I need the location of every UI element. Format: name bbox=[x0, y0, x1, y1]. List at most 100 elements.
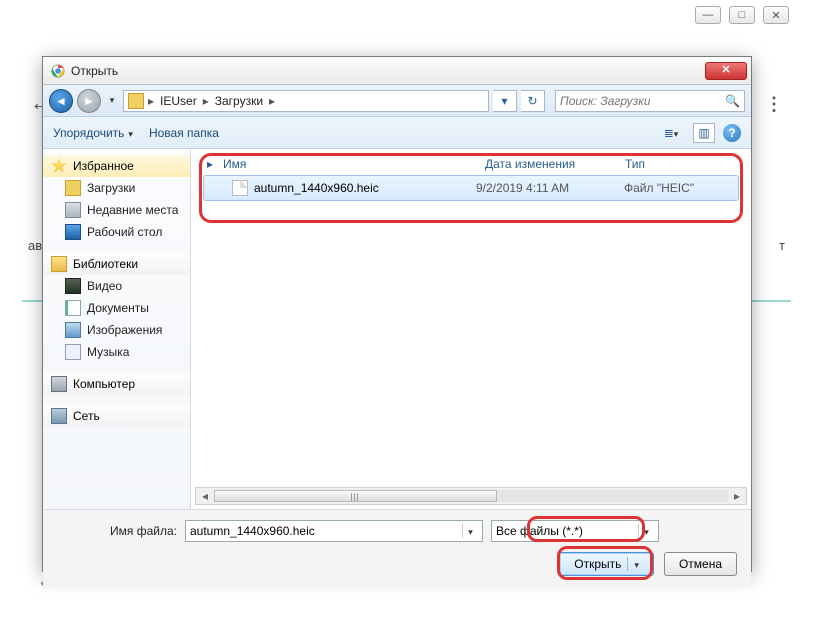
column-type[interactable]: Тип bbox=[625, 157, 735, 171]
breadcrumb-bar[interactable]: ▸ IEUser ▸ Загрузки ▸ bbox=[123, 90, 489, 112]
sidebar-item-label: Загрузки bbox=[87, 181, 135, 195]
music-icon bbox=[65, 344, 81, 360]
expand-icon: ▸ bbox=[207, 157, 223, 171]
search-box[interactable]: 🔍 bbox=[555, 90, 745, 112]
filename-value: autumn_1440x960.heic bbox=[190, 524, 462, 538]
sidebar-item-pictures[interactable]: Изображения bbox=[43, 319, 190, 341]
document-icon bbox=[65, 300, 81, 316]
new-folder-label: Новая папка bbox=[149, 126, 219, 140]
nav-back-button[interactable]: ◄ bbox=[49, 89, 73, 113]
breadcrumb-folder[interactable]: Загрузки bbox=[213, 94, 265, 108]
sidebar-libraries-label: Библиотеки bbox=[73, 257, 138, 271]
file-date: 9/2/2019 4:11 AM bbox=[476, 181, 616, 195]
computer-icon bbox=[51, 376, 67, 392]
open-file-dialog: Открыть ✕ ◄ ► ▸ IEUser ▸ Загрузки ▸ ▾ ↻ … bbox=[42, 56, 752, 572]
page-text-left: ав bbox=[28, 238, 42, 253]
nav-history-dropdown[interactable] bbox=[105, 89, 119, 113]
file-icon bbox=[232, 180, 248, 196]
browser-close-button[interactable]: ✕ bbox=[763, 6, 789, 24]
dialog-close-button[interactable]: ✕ bbox=[705, 62, 747, 80]
horizontal-scrollbar[interactable]: ◂ ▸ bbox=[195, 487, 747, 505]
recent-icon bbox=[65, 202, 81, 218]
dialog-controls: Имя файла: autumn_1440x960.heic Все файл… bbox=[43, 509, 751, 588]
open-split-dropdown[interactable] bbox=[627, 557, 639, 571]
nav-forward-button[interactable]: ► bbox=[77, 89, 101, 113]
chevron-right-icon: ▸ bbox=[148, 94, 154, 108]
pictures-icon bbox=[65, 322, 81, 338]
new-folder-button[interactable]: Новая папка bbox=[149, 126, 219, 140]
open-button-label: Открыть bbox=[574, 557, 621, 571]
sidebar-computer-header[interactable]: Компьютер bbox=[43, 373, 190, 395]
preview-pane-button[interactable]: ▥ bbox=[693, 123, 715, 143]
file-name: autumn_1440x960.heic bbox=[254, 181, 379, 195]
sidebar-item-documents[interactable]: Документы bbox=[43, 297, 190, 319]
dialog-title: Открыть bbox=[71, 64, 705, 78]
filename-label: Имя файла: bbox=[57, 524, 177, 538]
chevron-down-icon bbox=[674, 126, 679, 140]
chevron-down-icon[interactable] bbox=[462, 524, 478, 538]
cancel-button[interactable]: Отмена bbox=[664, 552, 737, 576]
breadcrumb-dropdown-button[interactable]: ▾ bbox=[493, 90, 517, 112]
sidebar-item-label: Недавние места bbox=[87, 203, 178, 217]
browser-minimize-button[interactable]: — bbox=[695, 6, 721, 24]
sidebar-network-label: Сеть bbox=[73, 409, 100, 423]
search-icon[interactable]: 🔍 bbox=[725, 94, 740, 108]
organize-label: Упорядочить bbox=[53, 126, 124, 140]
chevron-down-icon[interactable] bbox=[638, 524, 654, 538]
dialog-titlebar[interactable]: Открыть ✕ bbox=[43, 57, 751, 85]
sidebar-libraries-header[interactable]: Библиотеки bbox=[43, 253, 190, 275]
search-input[interactable] bbox=[560, 94, 725, 108]
scroll-track[interactable] bbox=[214, 490, 728, 502]
browser-more-icon[interactable]: ⋮ bbox=[765, 94, 783, 115]
star-icon bbox=[51, 158, 67, 174]
sidebar-network-header[interactable]: Сеть bbox=[43, 405, 190, 427]
folder-icon bbox=[128, 93, 144, 109]
scroll-left-button[interactable]: ◂ bbox=[196, 489, 214, 503]
sidebar-favorites-header[interactable]: Избранное bbox=[43, 155, 190, 177]
desktop-icon bbox=[65, 224, 81, 240]
browser-maximize-button[interactable]: □ bbox=[729, 6, 755, 24]
dialog-toolbar: Упорядочить Новая папка ≣ ▥ ? bbox=[43, 117, 751, 149]
filename-combo[interactable]: autumn_1440x960.heic bbox=[185, 520, 483, 542]
sidebar-item-recent[interactable]: Недавние места bbox=[43, 199, 190, 221]
sidebar-item-desktop[interactable]: Рабочий стол bbox=[43, 221, 190, 243]
sidebar-item-downloads[interactable]: Загрузки bbox=[43, 177, 190, 199]
breadcrumb-user[interactable]: IEUser bbox=[158, 94, 199, 108]
refresh-button[interactable]: ↻ bbox=[521, 90, 545, 112]
video-icon bbox=[65, 278, 81, 294]
folder-icon bbox=[65, 180, 81, 196]
dialog-navbar: ◄ ► ▸ IEUser ▸ Загрузки ▸ ▾ ↻ 🔍 bbox=[43, 85, 751, 117]
filter-value: Все файлы (*.*) bbox=[496, 524, 638, 538]
help-button[interactable]: ? bbox=[723, 124, 741, 142]
chevron-right-icon: ▸ bbox=[203, 94, 209, 108]
sidebar-item-label: Рабочий стол bbox=[87, 225, 162, 239]
chevron-right-icon: ▸ bbox=[269, 94, 275, 108]
view-options-button[interactable]: ≣ bbox=[657, 122, 685, 144]
sidebar-computer-label: Компьютер bbox=[73, 377, 135, 391]
column-headers[interactable]: ▸ Имя Дата изменения Тип bbox=[191, 149, 751, 175]
sidebar-item-music[interactable]: Музыка bbox=[43, 341, 190, 363]
libraries-icon bbox=[51, 256, 67, 272]
scroll-thumb[interactable] bbox=[214, 490, 497, 502]
sidebar: Избранное Загрузки Недавние места Рабочи… bbox=[43, 149, 191, 509]
organize-menu[interactable]: Упорядочить bbox=[53, 126, 133, 140]
column-date[interactable]: Дата изменения bbox=[485, 157, 625, 171]
column-name[interactable]: Имя bbox=[223, 157, 485, 171]
chevron-down-icon bbox=[128, 126, 133, 140]
sidebar-item-label: Музыка bbox=[87, 345, 129, 359]
sidebar-item-label: Изображения bbox=[87, 323, 162, 337]
sidebar-item-video[interactable]: Видео bbox=[43, 275, 190, 297]
cancel-button-label: Отмена bbox=[679, 557, 722, 571]
network-icon bbox=[51, 408, 67, 424]
open-button[interactable]: Открыть bbox=[559, 552, 654, 576]
scroll-right-button[interactable]: ▸ bbox=[728, 489, 746, 503]
file-type-filter[interactable]: Все файлы (*.*) bbox=[491, 520, 659, 542]
file-list-pane: ▸ Имя Дата изменения Тип autumn_1440x960… bbox=[191, 149, 751, 509]
sidebar-item-label: Видео bbox=[87, 279, 122, 293]
sidebar-favorites-label: Избранное bbox=[73, 159, 134, 173]
file-row[interactable]: autumn_1440x960.heic 9/2/2019 4:11 AM Фа… bbox=[203, 175, 739, 201]
chrome-icon bbox=[51, 64, 65, 78]
page-text-right: т bbox=[779, 238, 785, 253]
sidebar-item-label: Документы bbox=[87, 301, 149, 315]
file-type: Файл "HEIC" bbox=[624, 181, 734, 195]
